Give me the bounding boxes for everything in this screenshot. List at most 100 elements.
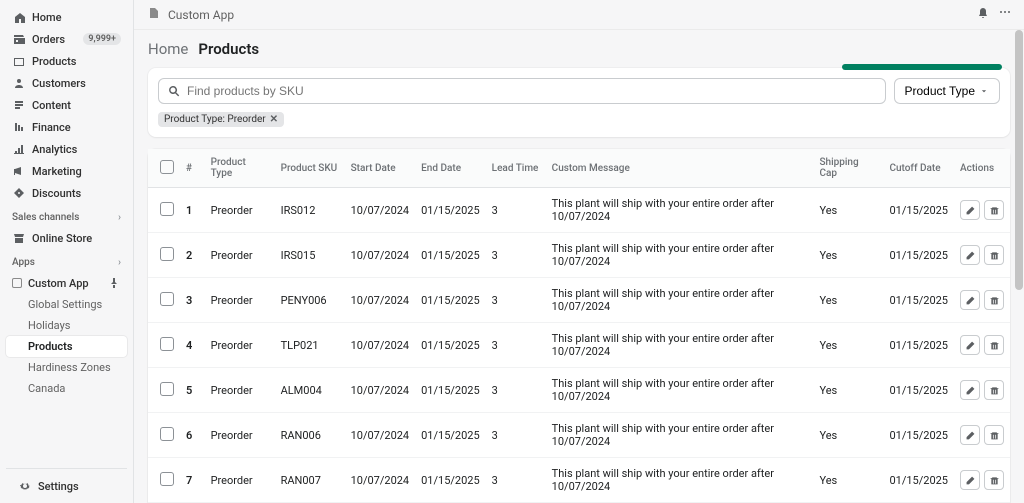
cell-type: Preorder (205, 323, 275, 368)
cell-sku: PENY006 (275, 278, 345, 323)
cell-cutoff: 01/15/2025 (883, 278, 954, 323)
row-checkbox[interactable] (160, 202, 174, 216)
subnav-products[interactable]: Products (6, 336, 127, 357)
col-header[interactable]: Cutoff Date (883, 149, 954, 188)
cell-ship: Yes (813, 368, 883, 413)
table-row: 4PreorderTLP02110/07/202401/15/20253This… (148, 323, 1010, 368)
cell-msg: This plant will ship with your entire or… (546, 368, 814, 413)
home-icon (12, 10, 26, 24)
settings-nav[interactable]: Settings (12, 475, 121, 497)
select-all-checkbox[interactable] (160, 160, 174, 174)
delete-button[interactable] (984, 335, 1004, 355)
delete-button[interactable] (984, 290, 1004, 310)
col-header[interactable]: Start Date (345, 149, 416, 188)
filter-chip: Product Type: Preorder ✕ (158, 112, 284, 127)
nav-label: Discounts (32, 187, 81, 200)
cell-msg: This plant will ship with your entire or… (546, 233, 814, 278)
subnav-hardiness-zones[interactable]: Hardiness Zones (6, 357, 127, 378)
products-icon (12, 54, 26, 68)
row-checkbox[interactable] (160, 427, 174, 441)
nav-finance[interactable]: Finance (6, 116, 127, 138)
cell-num: 5 (180, 368, 205, 413)
row-checkbox[interactable] (160, 472, 174, 486)
badge: 9,999+ (83, 33, 121, 45)
col-header[interactable]: Actions (954, 149, 1010, 188)
delete-button[interactable] (984, 245, 1004, 265)
col-header[interactable]: Shipping Cap (813, 149, 883, 188)
cell-ship: Yes (813, 458, 883, 503)
cell-end: 01/15/2025 (415, 458, 486, 503)
edit-button[interactable] (960, 380, 980, 400)
cell-cutoff: 01/15/2025 (883, 413, 954, 458)
delete-button[interactable] (984, 380, 1004, 400)
scrollbar[interactable] (1015, 30, 1023, 503)
nav-products[interactable]: Products (6, 50, 127, 72)
cell-sku: IRS012 (275, 188, 345, 233)
nav-analytics[interactable]: Analytics (6, 138, 127, 160)
col-header[interactable]: Product Type (205, 149, 275, 188)
delete-button[interactable] (984, 200, 1004, 220)
table-row: 2PreorderIRS01510/07/202401/15/20253This… (148, 233, 1010, 278)
edit-button[interactable] (960, 470, 980, 490)
table-row: 3PreorderPENY00610/07/202401/15/20253Thi… (148, 278, 1010, 323)
edit-button[interactable] (960, 425, 980, 445)
breadcrumb-current: Products (198, 40, 259, 58)
table-row: 1PreorderIRS01210/07/202401/15/20253This… (148, 188, 1010, 233)
app-icon (12, 278, 22, 288)
edit-button[interactable] (960, 200, 980, 220)
edit-button[interactable] (960, 245, 980, 265)
cell-cutoff: 01/15/2025 (883, 233, 954, 278)
cell-num: 3 (180, 278, 205, 323)
row-checkbox[interactable] (160, 382, 174, 396)
more-icon[interactable] (998, 6, 1012, 23)
content-icon (12, 98, 26, 112)
customers-icon (12, 76, 26, 90)
search-box[interactable] (158, 78, 886, 104)
filter-label: Product Type (905, 84, 976, 98)
col-header[interactable]: Custom Message (546, 149, 814, 188)
row-checkbox[interactable] (160, 247, 174, 261)
subnav-global-settings[interactable]: Global Settings (6, 294, 127, 315)
chip-remove[interactable]: ✕ (270, 114, 278, 125)
cell-ship: Yes (813, 413, 883, 458)
col-header[interactable]: Product SKU (275, 149, 345, 188)
col-header[interactable]: Lead Time (486, 149, 546, 188)
subnav-holidays[interactable]: Holidays (6, 315, 127, 336)
breadcrumb-home[interactable]: Home (148, 40, 188, 58)
subnav-canada[interactable]: Canada (6, 378, 127, 399)
col-header[interactable]: End Date (415, 149, 486, 188)
edit-button[interactable] (960, 335, 980, 355)
cell-ship: Yes (813, 233, 883, 278)
cell-end: 01/15/2025 (415, 233, 486, 278)
delete-button[interactable] (984, 425, 1004, 445)
nav-orders[interactable]: Orders9,999+ (6, 28, 127, 50)
nav-label: Products (32, 55, 76, 68)
cell-end: 01/15/2025 (415, 413, 486, 458)
col-header[interactable]: # (180, 149, 205, 188)
cell-start: 10/07/2024 (345, 458, 416, 503)
sales-channels-header[interactable]: Sales channels› (0, 204, 133, 227)
cell-type: Preorder (205, 233, 275, 278)
nav-discounts[interactable]: Discounts (6, 182, 127, 204)
nav-marketing[interactable]: Marketing (6, 160, 127, 182)
apps-header[interactable]: Apps› (0, 249, 133, 272)
cell-cutoff: 01/15/2025 (883, 458, 954, 503)
nav-content[interactable]: Content (6, 94, 127, 116)
nav-customers[interactable]: Customers (6, 72, 127, 94)
edit-button[interactable] (960, 290, 980, 310)
nav-label: Home (32, 11, 62, 24)
nav-home[interactable]: Home (6, 6, 127, 28)
cell-msg: This plant will ship with your entire or… (546, 188, 814, 233)
nav-app-custom-app[interactable]: Custom App (6, 272, 127, 294)
cell-lead: 3 (486, 278, 546, 323)
nav-online-store[interactable]: Online Store (6, 227, 127, 249)
delete-button[interactable] (984, 470, 1004, 490)
chevron-right-icon: › (118, 212, 121, 223)
product-type-filter[interactable]: Product Type (894, 78, 1001, 104)
cell-sku: RAN006 (275, 413, 345, 458)
search-card: Product Type Product Type: Preorder ✕ (148, 68, 1010, 137)
pin-icon[interactable] (976, 6, 990, 23)
row-checkbox[interactable] (160, 337, 174, 351)
row-checkbox[interactable] (160, 292, 174, 306)
search-input[interactable] (187, 84, 877, 98)
